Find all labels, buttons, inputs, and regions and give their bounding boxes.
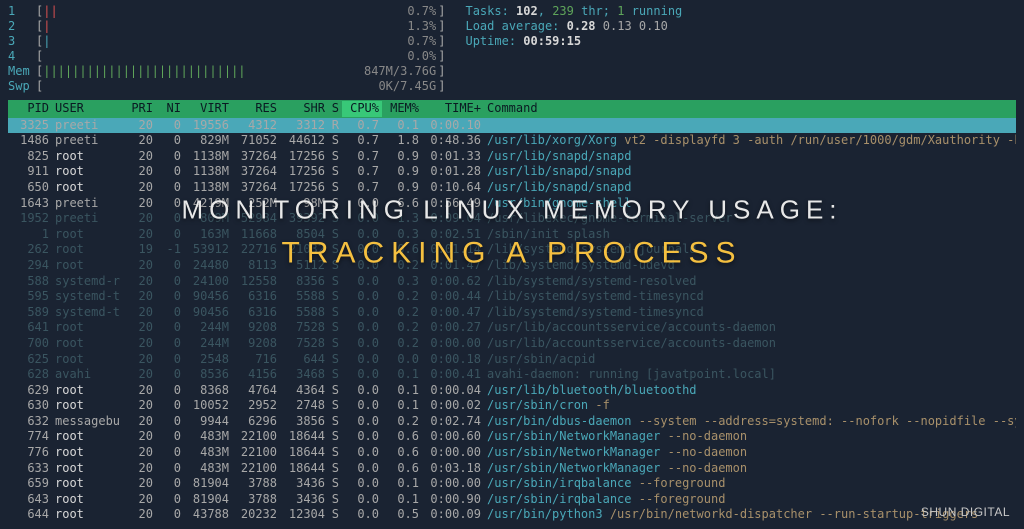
table-row[interactable]: 700root200244M92087528S0.00.20:00.00/usr… — [8, 336, 1016, 352]
col-header-command[interactable]: Command — [484, 101, 1016, 117]
bracket-close: ] — [438, 4, 445, 20]
table-row[interactable]: 825root2001138M3726417256S0.70.90:01.33/… — [8, 149, 1016, 165]
meters-section: 1 [ || 0.7% ] Tasks: 102, 239 thr; 1 runn… — [8, 4, 1016, 94]
table-row[interactable]: 294root2002448081135112S0.00.20:01.47/li… — [8, 258, 1016, 274]
cpu-meter-2-label: 2 — [8, 19, 36, 35]
htop-screen[interactable]: 1 [ || 0.7% ] Tasks: 102, 239 thr; 1 runn… — [0, 0, 1024, 527]
bracket-open: [ — [36, 4, 43, 20]
col-header-ni[interactable]: NI — [156, 101, 184, 117]
col-header-pid[interactable]: PID — [8, 101, 52, 117]
table-row[interactable]: 641root200244M92087528S0.00.20:00.27/usr… — [8, 320, 1016, 336]
table-row[interactable]: 1486preeti200829M7105244612S0.71.80:48.3… — [8, 133, 1016, 149]
col-header-user[interactable]: USER — [52, 101, 122, 117]
table-row[interactable]: 628avahi200853641563468S0.00.10:00.41ava… — [8, 367, 1016, 383]
table-row[interactable]: 595systemd-t2009045663165588S0.00.20:00.… — [8, 289, 1016, 305]
col-header-pri[interactable]: PRI — [122, 101, 156, 117]
load-average-info: Load average: 0.28 0.13 0.10 — [465, 19, 667, 35]
table-row[interactable]: 659root2008190437883436S0.00.10:00.00/us… — [8, 476, 1016, 492]
mem-meter-label: Mem — [8, 64, 36, 80]
table-row[interactable]: 633root200483M2210018644S0.00.60:03.18/u… — [8, 461, 1016, 477]
uptime-info: Uptime: 00:59:15 — [465, 34, 581, 50]
table-row[interactable]: 1643preeti2004219M252M98MS0.06.60:56.49/… — [8, 196, 1016, 212]
mem-bars: |||||||||||||||||||||||||||| — [43, 64, 245, 78]
table-row[interactable]: 630root2001005229522748S0.00.10:00.02/us… — [8, 398, 1016, 414]
table-row[interactable]: 911root2001138M3726417256S0.70.90:01.28/… — [8, 164, 1016, 180]
tasks-info: Tasks: 102, 239 thr; 1 running — [465, 4, 682, 20]
col-header-s[interactable]: S — [328, 101, 342, 117]
table-row[interactable]: 643root2008190437883436S0.00.10:00.90/us… — [8, 492, 1016, 508]
table-row[interactable]: 644root200437882023212304S0.00.50:00.09/… — [8, 507, 1016, 523]
table-row[interactable]: 1root200163M116688504S0.00.30:02.51/sbin… — [8, 227, 1016, 243]
col-header-mem%[interactable]: MEM% — [382, 101, 422, 117]
col-header-time+[interactable]: TIME+ — [422, 101, 484, 117]
table-row[interactable]: 776root200483M2210018644S0.00.60:00.00/u… — [8, 445, 1016, 461]
table-row[interactable]: 1952preeti200809M5298439392S0.01.30:09.0… — [8, 211, 1016, 227]
table-row[interactable]: 262root19-1539122271621032S0.00.60:01.14… — [8, 242, 1016, 258]
cpu-pct: 0.7% — [407, 4, 436, 20]
col-header-res[interactable]: RES — [232, 101, 280, 117]
table-row[interactable]: 588systemd-r20024100125588356S0.00.30:00… — [8, 274, 1016, 290]
cpu-bars: || — [43, 4, 57, 18]
table-row[interactable]: 589systemd-t2009045663165588S0.00.20:00.… — [8, 305, 1016, 321]
col-header-virt[interactable]: VIRT — [184, 101, 232, 117]
table-row[interactable]: 629root200836847644364S0.00.10:00.04/usr… — [8, 383, 1016, 399]
table-row[interactable]: 632messagebu200994462963856S0.00.20:02.7… — [8, 414, 1016, 430]
col-header-shr[interactable]: SHR — [280, 101, 328, 117]
brand-watermark: SHUN DIGITAL — [921, 505, 1010, 521]
table-row[interactable]: 625root2002548716644S0.00.00:00.18/usr/s… — [8, 352, 1016, 368]
col-header-cpu%[interactable]: CPU% — [342, 101, 382, 117]
table-row[interactable]: 3325preeti2001955643123312R0.70.10:00.10… — [8, 118, 1016, 134]
mem-text: 847M/3.76G — [364, 64, 436, 80]
swp-text: 0K/7.45G — [378, 79, 436, 95]
table-row[interactable]: 774root200483M2210018644S0.00.60:00.60/u… — [8, 429, 1016, 445]
cpu-meter-1-label: 1 — [8, 4, 36, 20]
cpu-meter-4-label: 4 — [8, 49, 36, 65]
process-table[interactable]: 3325preeti2001955643123312R0.70.10:00.10… — [8, 118, 1016, 523]
table-row[interactable]: 650root2001138M3726417256S0.70.90:10.64/… — [8, 180, 1016, 196]
swp-meter-label: Swp — [8, 79, 36, 95]
process-table-header[interactable]: PIDUSERPRINIVIRTRESSHRSCPU%MEM%TIME+Comm… — [8, 100, 1016, 118]
cpu-meter-3-label: 3 — [8, 34, 36, 50]
